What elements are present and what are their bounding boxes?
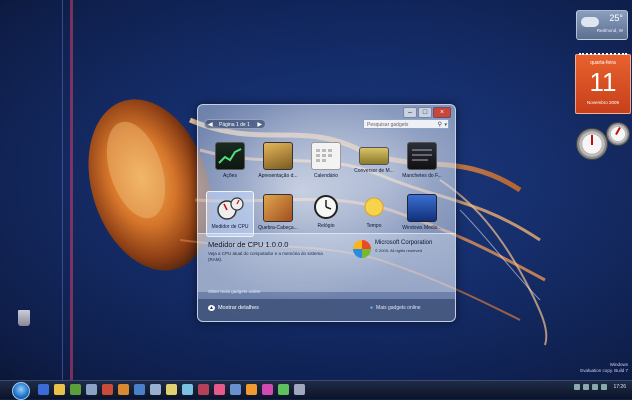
gadget-label: Conversor de M... (354, 168, 394, 174)
gadget-label: Windows Media... (402, 225, 442, 231)
online-gadgets-link[interactable]: Obter mais gadgets online (208, 289, 261, 294)
currency-icon (359, 147, 389, 165)
gadget-label: Quebra-Cabeça... (258, 225, 298, 231)
taskbar: 17:26 (0, 380, 632, 400)
gadget-tempo[interactable]: Tempo (350, 191, 398, 237)
memory-dial-icon (606, 122, 630, 146)
gadget-apresentacao[interactable]: Apresentação d... (254, 139, 302, 185)
weather-temp: 25° (609, 13, 623, 23)
calendar-weekday: quarta-feira (590, 60, 616, 66)
app-icon[interactable] (86, 384, 97, 395)
details-description: Veja a CPU atual do computador e a memór… (208, 251, 323, 262)
gadget-label: Relógio (317, 223, 335, 229)
dropdown-icon[interactable]: ▾ (444, 120, 447, 130)
recycle-bin-icon[interactable] (18, 310, 30, 326)
stocks-icon (215, 142, 245, 170)
cpu-needle (591, 135, 593, 145)
gadget-label: Manchetes do F... (402, 173, 442, 179)
next-page-icon[interactable]: ▶ (257, 120, 262, 130)
more-gadgets-link[interactable]: Mais gadgets online (370, 305, 420, 311)
feed-icon (407, 142, 437, 170)
weather-gadget[interactable]: 25° Redmond, W (576, 10, 628, 40)
copyright: © 2009, All rights reserved (375, 248, 422, 253)
taskbar-icons (38, 384, 305, 395)
calendar-rings (579, 53, 627, 59)
ie-icon[interactable] (38, 384, 49, 395)
calendar-gadget[interactable]: quarta-feira 11 Novembro 2009 (575, 53, 631, 114)
cpu-meter-gadget[interactable] (576, 122, 630, 160)
calendar-icon (311, 142, 341, 170)
search-icon[interactable]: ⚲ (438, 120, 442, 130)
gadget-manchetes[interactable]: Manchetes do F... (398, 139, 446, 185)
tray-network-icon[interactable] (583, 384, 590, 390)
gadget-grid: Ações Apresentação d... Calendário Conve… (206, 139, 446, 237)
window-controls: – □ × (403, 107, 451, 118)
gadget-medidor-cpu[interactable]: Medidor de CPU (206, 191, 254, 237)
tray-volume-icon[interactable] (592, 384, 599, 390)
slideshow-icon (263, 142, 293, 170)
tray-flag-icon[interactable] (574, 384, 581, 390)
gadget-conversor[interactable]: Conversor de M... (350, 139, 398, 185)
app-icon[interactable] (278, 384, 289, 395)
clock-icon (312, 194, 340, 220)
memory-needle (615, 127, 621, 135)
gadget-calendario[interactable]: Calendário (302, 139, 350, 185)
puzzle-icon (263, 194, 293, 222)
cpu-dial-icon (576, 128, 608, 160)
evaluation-watermark: Windows Evaluation copy. Build 7 (580, 362, 628, 374)
gadget-relogio[interactable]: Relógio (302, 191, 350, 237)
app-icon[interactable] (262, 384, 273, 395)
app-icon[interactable] (166, 384, 177, 395)
watermark-line2: Evaluation copy. Build 7 (580, 368, 628, 373)
start-button[interactable] (12, 382, 30, 400)
app-icon[interactable] (246, 384, 257, 395)
app-icon[interactable] (214, 384, 225, 395)
app-icon[interactable] (182, 384, 193, 395)
app-icon[interactable] (118, 384, 129, 395)
cpu-meter-icon (216, 195, 244, 221)
gadget-label: Medidor de CPU (211, 224, 249, 230)
calendar-month: Novembro 2009 (586, 100, 620, 105)
page-label: Página 1 de 1 (219, 122, 250, 128)
gadget-label: Calendário (313, 173, 339, 179)
weather-icon (360, 194, 388, 220)
gadget-quebra-cabeca[interactable]: Quebra-Cabeça... (254, 191, 302, 237)
media-player-icon[interactable] (70, 384, 81, 395)
app-icon[interactable] (102, 384, 113, 395)
calendar-day: 11 (589, 67, 617, 97)
search-gadgets-input[interactable]: Pesquisar gadgets ⚲ ▾ (363, 119, 449, 129)
cloud-icon (581, 17, 599, 27)
app-icon[interactable] (294, 384, 305, 395)
gadget-windows-media[interactable]: Windows Media... (398, 191, 446, 237)
taskbar-clock[interactable]: 17:26 (613, 384, 626, 390)
media-center-icon (407, 194, 437, 222)
app-icon[interactable] (134, 384, 145, 395)
gadget-label: Apresentação d... (258, 173, 298, 179)
gadget-acoes[interactable]: Ações (206, 139, 254, 185)
gadget-gallery-window: – □ × ◀ Página 1 de 1 ▶ Pesquisar gadget… (197, 104, 456, 322)
details-pane: Medidor de CPU 1.0.0.0 Veja a CPU atual … (198, 233, 455, 292)
prev-page-icon[interactable]: ◀ (208, 120, 213, 130)
search-placeholder: Pesquisar gadgets (367, 122, 409, 128)
gadget-label: Ações (223, 173, 237, 179)
app-icon[interactable] (230, 384, 241, 395)
weather-city: Redmond, W (596, 28, 623, 33)
page-navigator: ◀ Página 1 de 1 ▶ (204, 119, 266, 129)
bottom-bar: Mostrar detalhes Mais gadgets online (198, 299, 455, 321)
show-details-button[interactable]: Mostrar detalhes (208, 305, 259, 311)
minimize-button[interactable]: – (403, 107, 417, 118)
gadget-label: Tempo (366, 223, 382, 229)
maximize-button[interactable]: □ (418, 107, 432, 118)
app-icon[interactable] (198, 384, 209, 395)
publisher: Microsoft Corporation (375, 240, 433, 246)
windows-logo-icon (353, 240, 371, 258)
details-title: Medidor de CPU 1.0.0.0 (208, 240, 289, 249)
app-icon[interactable] (150, 384, 161, 395)
close-button[interactable]: × (433, 107, 451, 118)
explorer-icon[interactable] (54, 384, 65, 395)
tray-power-icon[interactable] (601, 384, 608, 390)
system-tray: 17:26 (574, 384, 626, 390)
